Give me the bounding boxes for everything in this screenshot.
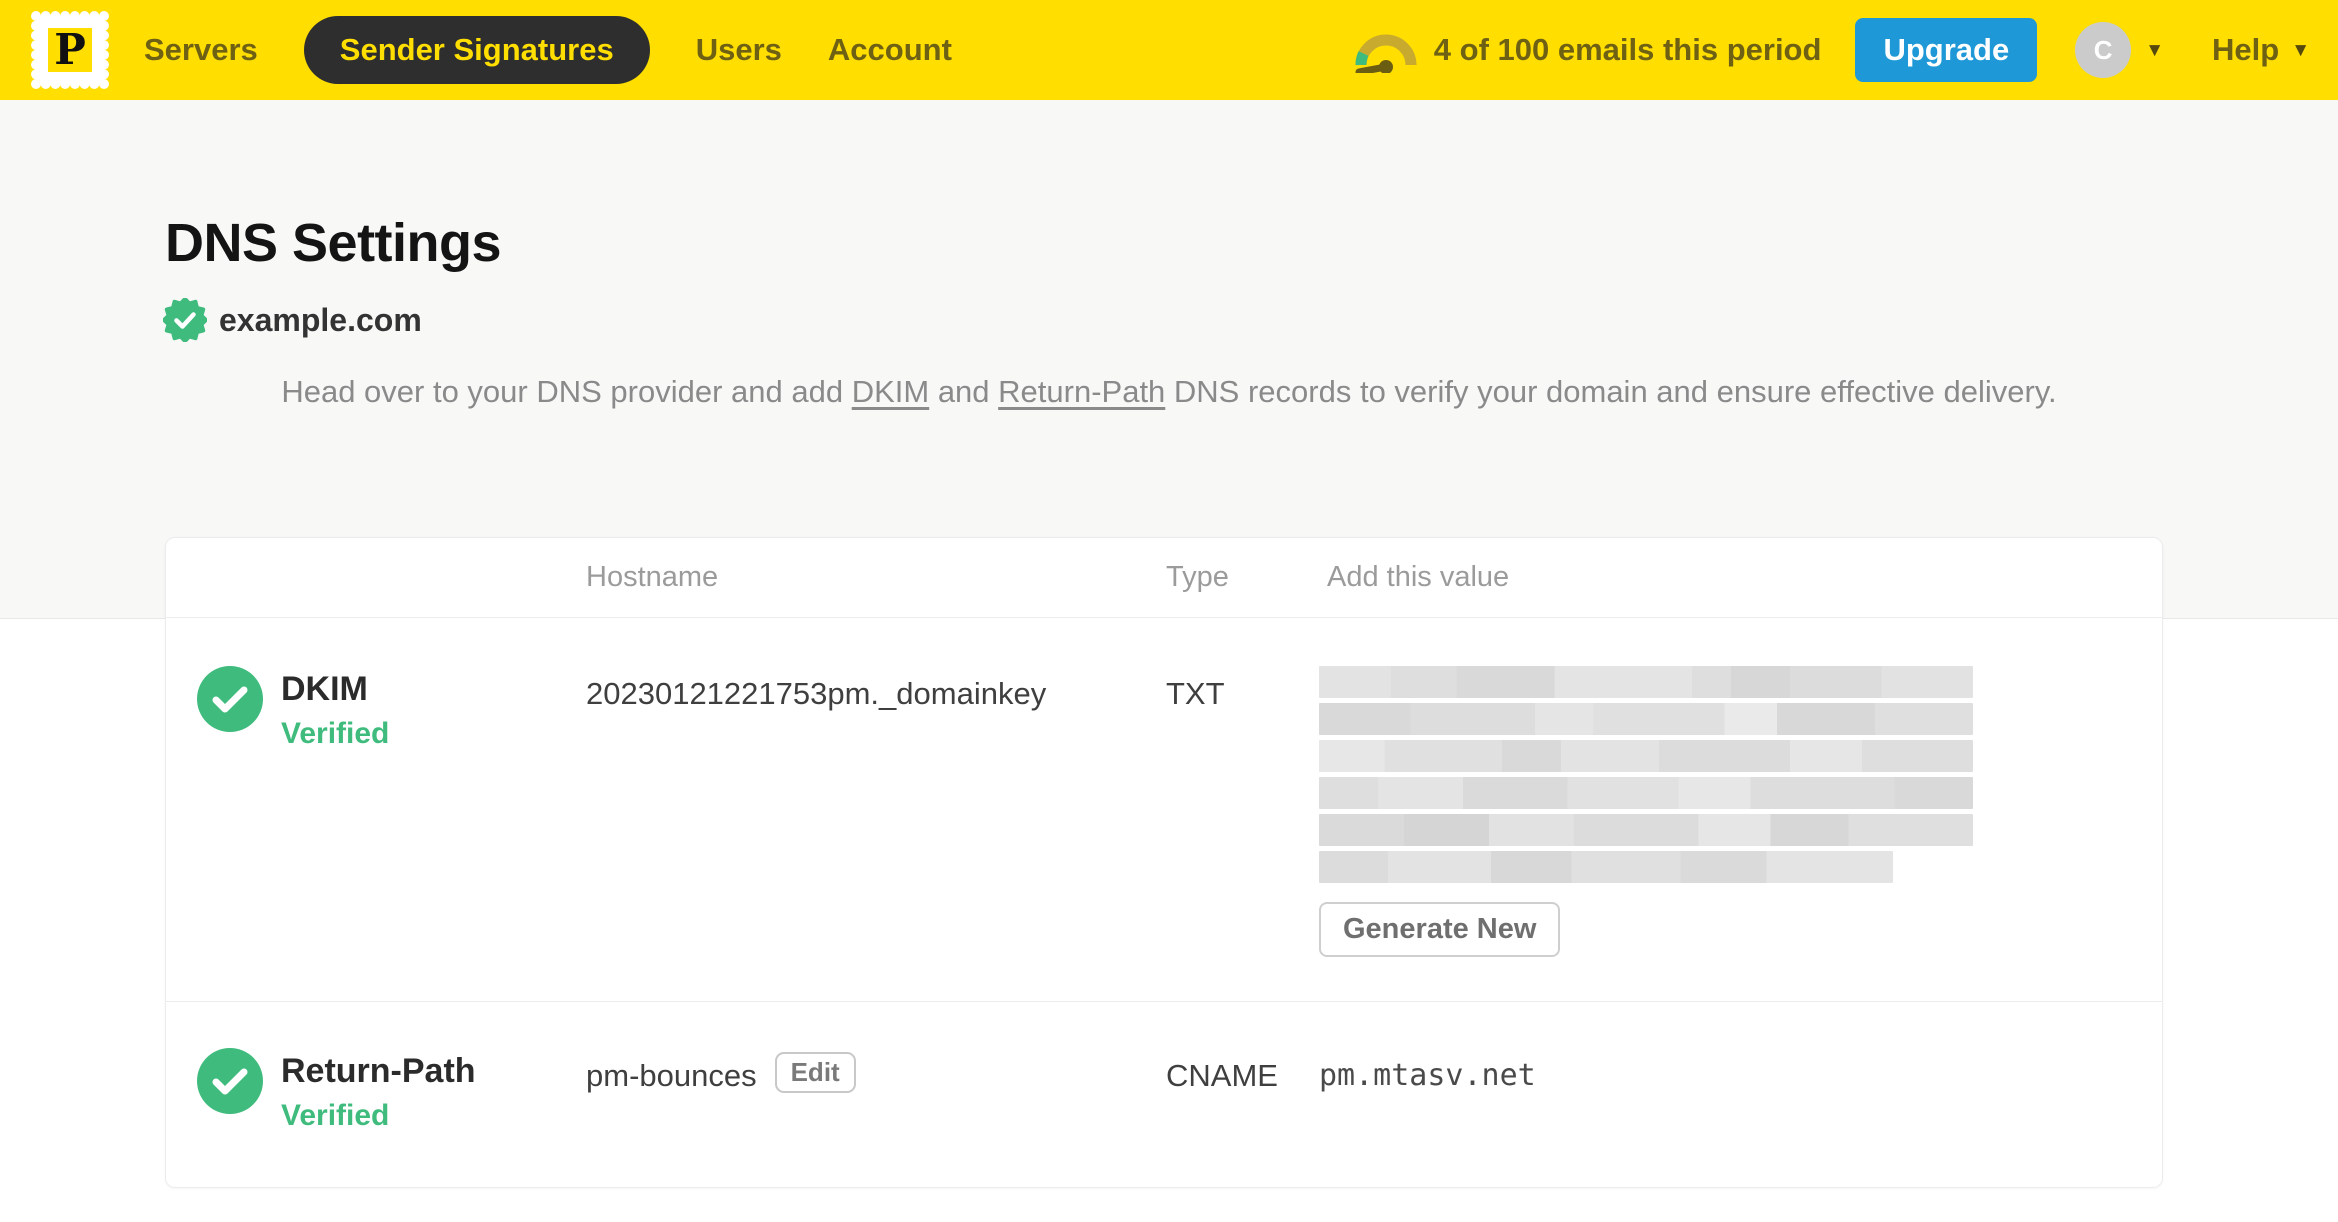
edit-button[interactable]: Edit bbox=[774, 1052, 856, 1093]
verified-check-icon bbox=[197, 666, 263, 732]
dkim-hostname: 20230121221753pm._domainkey bbox=[586, 676, 1047, 711]
column-header-value: Add this value bbox=[1327, 561, 1510, 593]
redacted-value-bar bbox=[1319, 814, 1973, 846]
description-text: Head over to your DNS provider and add bbox=[281, 374, 852, 409]
redacted-dkim-value bbox=[1319, 666, 1973, 883]
page-title: DNS Settings bbox=[165, 213, 502, 273]
domain-name: example.com bbox=[219, 301, 422, 338]
table-row-dkim: DKIM Verified 20230121221753pm._domainke… bbox=[166, 618, 2162, 1001]
chevron-down-icon: ▼ bbox=[2291, 39, 2310, 61]
verified-seal-icon bbox=[163, 298, 207, 342]
avatar[interactable]: C bbox=[2075, 22, 2132, 78]
table-header: Hostname Type Add this value bbox=[166, 538, 2162, 618]
record-name: Return-Path bbox=[281, 1052, 476, 1090]
page-description: Head over to your DNS provider and add D… bbox=[0, 368, 2338, 416]
redacted-value-bar bbox=[1319, 740, 1973, 772]
return-path-link[interactable]: Return-Path bbox=[998, 374, 1165, 409]
column-header-type: Type bbox=[1166, 561, 1229, 593]
gauge-icon bbox=[1355, 34, 1417, 73]
nav-item-servers[interactable]: Servers bbox=[144, 17, 258, 83]
verified-check-icon bbox=[197, 1048, 263, 1114]
navbar-right: 4 of 100 emails this period Upgrade C ▼ … bbox=[1352, 18, 2310, 82]
return-path-hostname-cell: pm-bounces Edit bbox=[586, 1048, 1166, 1133]
nav-item-users[interactable]: Users bbox=[696, 17, 782, 83]
redacted-value-bar bbox=[1319, 851, 1893, 883]
return-path-status-cell: Return-Path Verified bbox=[166, 1048, 586, 1133]
nav-item-account[interactable]: Account bbox=[828, 17, 952, 83]
table-row-return-path: Return-Path Verified pm-bounces Edit CNA… bbox=[166, 1001, 2162, 1173]
top-navbar: P Servers Sender Signatures Users Accoun… bbox=[0, 0, 2338, 100]
dkim-status-text: DKIM Verified bbox=[281, 666, 389, 751]
nav-item-sender-signatures[interactable]: Sender Signatures bbox=[303, 16, 650, 84]
redacted-value-bar bbox=[1319, 703, 1973, 735]
redacted-value-bar bbox=[1319, 777, 1973, 809]
primary-nav: Servers Sender Signatures Users Account bbox=[144, 16, 952, 84]
record-name: DKIM bbox=[281, 670, 368, 708]
postmark-logo[interactable]: P bbox=[28, 8, 112, 92]
column-header-hostname: Hostname bbox=[586, 561, 719, 593]
return-path-hostname: pm-bounces bbox=[586, 1058, 757, 1093]
help-menu[interactable]: Help ▼ bbox=[2212, 32, 2310, 68]
dkim-type: TXT bbox=[1166, 676, 1225, 711]
status-badge: Verified bbox=[281, 1099, 390, 1133]
generate-new-button[interactable]: Generate New bbox=[1319, 902, 1561, 957]
usage-meter: 4 of 100 emails this period bbox=[1352, 27, 1822, 73]
logo-letter: P bbox=[54, 25, 86, 74]
help-label: Help bbox=[2212, 32, 2280, 67]
redacted-value-bar bbox=[1319, 666, 1973, 698]
dkim-link[interactable]: DKIM bbox=[852, 374, 930, 409]
dns-records-card: Hostname Type Add this value DKIM Verifi… bbox=[165, 537, 2163, 1188]
return-path-status-text: Return-Path Verified bbox=[281, 1048, 476, 1133]
upgrade-button[interactable]: Upgrade bbox=[1855, 18, 2038, 82]
status-badge: Verified bbox=[281, 717, 390, 751]
dkim-status-cell: DKIM Verified bbox=[166, 666, 586, 957]
account-menu[interactable]: C ▼ bbox=[2075, 22, 2164, 78]
dkim-value-cell: Generate New bbox=[1319, 666, 2162, 957]
chevron-down-icon: ▼ bbox=[2145, 39, 2164, 61]
usage-text: 4 of 100 emails this period bbox=[1433, 32, 1822, 67]
return-path-value: pm.mtasv.net bbox=[1319, 1058, 1536, 1093]
return-path-type: CNAME bbox=[1166, 1058, 1278, 1093]
verified-domain: example.com bbox=[163, 298, 422, 342]
description-text: DNS records to verify your domain and en… bbox=[1165, 374, 2057, 409]
description-text: and bbox=[929, 374, 999, 409]
